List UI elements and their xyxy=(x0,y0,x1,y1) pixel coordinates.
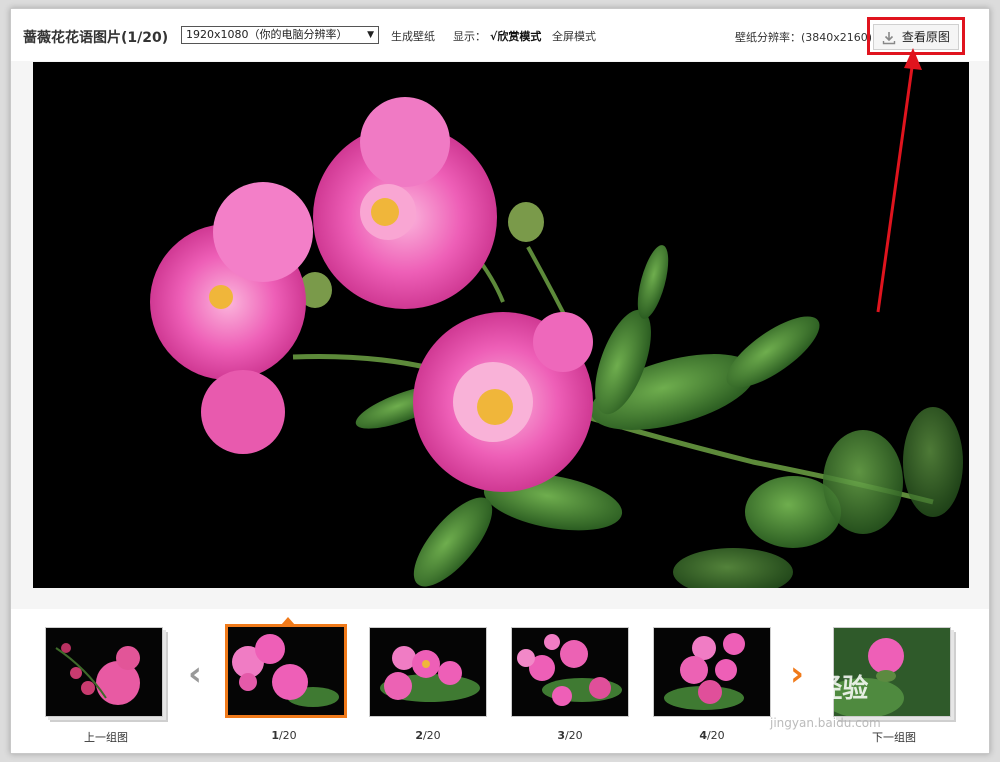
chevron-down-icon: ▼ xyxy=(367,30,374,40)
fullscreen-mode-link[interactable]: 全屏模式 xyxy=(552,28,596,44)
thumb-prev-group[interactable] xyxy=(45,627,163,717)
thumb-1-label: 1/20 xyxy=(224,729,344,742)
prev-arrow-icon[interactable]: ‹ xyxy=(188,657,202,691)
main-photo[interactable] xyxy=(33,62,969,588)
thumb-3-num: 3 xyxy=(557,729,565,742)
thumb-image xyxy=(512,628,628,716)
rose-photo-graphic xyxy=(150,97,963,588)
thumb-image xyxy=(654,628,770,716)
thumb-image xyxy=(46,628,162,716)
thumb-next-group-label: 下一组图 xyxy=(872,731,916,744)
view-mode-link[interactable]: √欣赏模式 xyxy=(490,28,541,44)
thumb-2[interactable] xyxy=(369,627,487,717)
thumb-3[interactable] xyxy=(511,627,629,717)
resolution-select-value: 1920x1080（你的电脑分辨率） xyxy=(186,28,348,41)
thumb-1-total: /20 xyxy=(278,729,297,742)
resolution-select[interactable]: 1920x1080（你的电脑分辨率） ▼ xyxy=(181,26,379,44)
thumb-2-total: /20 xyxy=(422,729,441,742)
thumb-prev-group-label: 上一组图 xyxy=(84,731,128,744)
thumb-4-label: 4/20 xyxy=(652,729,772,742)
page-title: 蔷薇花花语图片(1/20) xyxy=(23,30,169,46)
thumb-2-num: 2 xyxy=(415,729,423,742)
thumb-image xyxy=(228,627,344,715)
thumb-4[interactable] xyxy=(653,627,771,717)
thumb-image xyxy=(370,628,486,716)
thumb-3-label: 3/20 xyxy=(510,729,630,742)
wallpaper-resolution: 壁纸分辨率：(3840x2160) xyxy=(735,31,871,44)
viewer-frame: 蔷薇花花语图片(1/20) 1920x1080（你的电脑分辨率） ▼ 生成壁纸 … xyxy=(10,8,990,754)
thumb-4-total: /20 xyxy=(706,729,725,742)
watermark-url: jingyan.baidu.com xyxy=(770,716,881,730)
display-label: 显示： xyxy=(453,30,486,43)
watermark: Bai经验 xyxy=(770,674,869,704)
thumb-2-label: 2/20 xyxy=(368,729,488,742)
generate-wallpaper-link[interactable]: 生成壁纸 xyxy=(391,28,435,44)
thumb-1-num: 1 xyxy=(271,729,279,742)
toolbar: 蔷薇花花语图片(1/20) 1920x1080（你的电脑分辨率） ▼ 生成壁纸 … xyxy=(11,9,989,61)
thumb-1[interactable] xyxy=(225,624,347,718)
thumb-4-num: 4 xyxy=(699,729,707,742)
highlight-box xyxy=(867,17,965,55)
thumb-3-total: /20 xyxy=(564,729,583,742)
